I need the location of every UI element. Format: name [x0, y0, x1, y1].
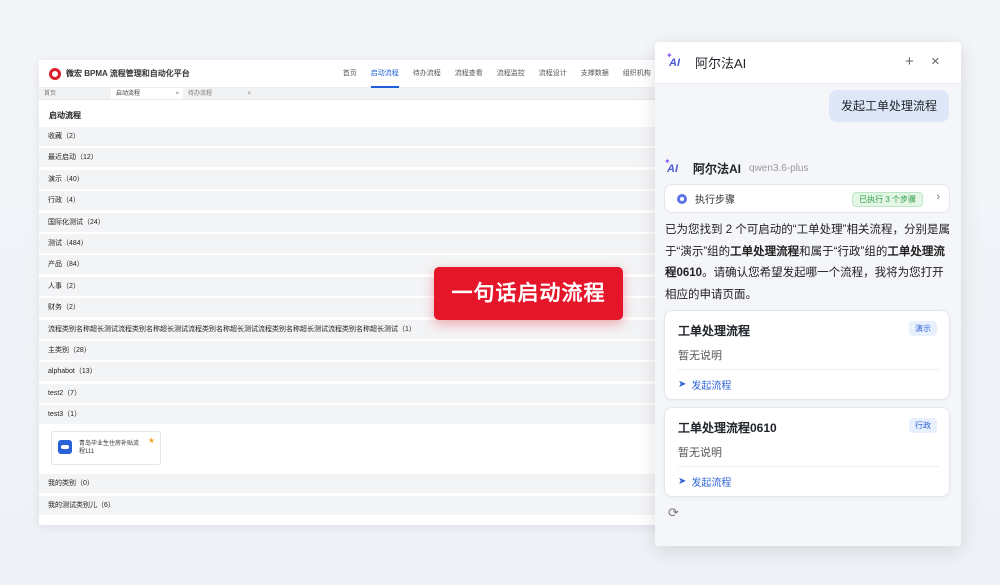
flow-title: 工单处理流程0610	[678, 421, 777, 435]
answer-text: 。请确认您希望发起哪一个流程，我将为您打开相应的申请页面。	[665, 267, 944, 301]
category-row[interactable]: 流程类别名称超长测试流程类别名称超长测试流程类别名称超长测试流程类别名称超长测试…	[39, 319, 679, 339]
category-row[interactable]: 最近启动（12）	[39, 148, 679, 168]
category-row[interactable]: 主类别（28）	[39, 340, 679, 360]
app-title: 微宏 BPMA 流程管理和自动化平台	[66, 69, 190, 78]
star-icon[interactable]: ★	[148, 436, 155, 445]
bot-name: 阿尔法AI	[693, 162, 742, 176]
flow-description: 暂无说明	[678, 350, 722, 362]
close-icon[interactable]: ×	[175, 88, 179, 100]
flow-group-tag: 行政	[909, 418, 937, 433]
steps-label: 执行步骤	[695, 195, 735, 206]
execution-steps-toggle[interactable]: 执行步骤 已执行 3 个步骤 ›	[664, 184, 950, 213]
app-header: 微宏 BPMA 流程管理和自动化平台 首页 启动流程 待办流程 流程查看 流程监…	[39, 60, 679, 88]
bot-header: ✦ AI 阿尔法AI qwen3.6-plus	[664, 156, 809, 177]
category-row[interactable]: 行政（4）	[39, 191, 679, 211]
start-flow-button[interactable]: ➤ 发起流程	[678, 474, 731, 489]
chevron-right-icon: ›	[936, 191, 940, 203]
category-row[interactable]: 我的类别（0）	[39, 474, 679, 494]
answer-highlight: 工单处理流程	[730, 245, 800, 258]
user-message: 发起工单处理流程	[828, 90, 949, 122]
nav-org[interactable]: 组织机构	[616, 60, 658, 88]
divider	[678, 369, 939, 370]
nav-start-process[interactable]: 启动流程	[364, 60, 406, 88]
tab-start-process[interactable]: 启动流程 ×	[111, 88, 183, 99]
ai-logo-icon: ✦ AI	[666, 50, 680, 69]
feature-banner: 一句话启动流程	[434, 267, 623, 320]
category-list: 收藏（2） 最近启动（12） 演示（40） 行政（4） 国际化测试（24） 测试…	[39, 127, 679, 515]
answer-text: 和属于“行政”组的	[799, 245, 888, 258]
section-title: 启动流程	[49, 111, 81, 120]
start-flow-label: 发起流程	[691, 478, 732, 489]
steps-status-badge: 已执行 3 个步骤	[852, 192, 923, 207]
sparkle-icon	[677, 193, 687, 204]
close-icon[interactable]: ×	[247, 88, 251, 100]
new-chat-button[interactable]: +	[905, 54, 914, 70]
process-card-area: 青岛毕业生住房补贴流程111 ★	[39, 426, 679, 474]
category-row[interactable]: test3（1）	[39, 405, 679, 425]
process-card-label: 青岛毕业生住房补贴流程111	[79, 441, 140, 456]
category-row[interactable]: 国际化测试（24）	[39, 212, 679, 232]
tab-label: 启动流程	[116, 91, 141, 97]
flow-card: 工单处理流程0610 行政 暂无说明 ➤ 发起流程	[664, 407, 950, 497]
tab-todo[interactable]: 待办流程 ×	[183, 88, 255, 99]
tab-label: 首页	[44, 91, 57, 97]
bot-answer: 已为您找到 2 个可启动的“工单处理”相关流程，分别是属于“演示”组的工单处理流…	[665, 220, 955, 306]
category-row[interactable]: 演示（40）	[39, 169, 679, 189]
ai-avatar-icon: ✦ AI	[664, 156, 678, 175]
regenerate-icon[interactable]: ⟳	[668, 505, 679, 521]
send-icon: ➤	[678, 379, 687, 390]
start-flow-button[interactable]: ➤ 发起流程	[678, 377, 731, 392]
category-row[interactable]: 我的测试类别儿（6）	[39, 495, 679, 515]
panel-title: 阿尔法AI	[695, 56, 747, 71]
cloud-icon	[58, 440, 72, 455]
nav-support-data[interactable]: 支撑数据	[574, 60, 616, 88]
category-row[interactable]: 收藏（2）	[39, 127, 679, 146]
bot-model: qwen3.6-plus	[749, 163, 809, 174]
page-tabs: 首页 启动流程 × 待办流程 ×	[39, 88, 679, 100]
nav-todo[interactable]: 待办流程	[406, 60, 448, 88]
flow-title: 工单处理流程	[678, 324, 751, 338]
flow-description: 暂无说明	[678, 447, 722, 459]
category-row[interactable]: test2（7）	[39, 383, 679, 403]
panel-header: ✦ AI 阿尔法AI	[655, 42, 961, 84]
top-nav: 首页 启动流程 待办流程 流程查看 流程监控 流程设计 支撑数据 组织机构 系	[336, 60, 679, 88]
brand-logo-icon	[49, 67, 61, 80]
process-card[interactable]: 青岛毕业生住房补贴流程111 ★	[51, 431, 161, 466]
flow-group-tag: 演示	[909, 321, 937, 336]
nav-view[interactable]: 流程查看	[448, 60, 490, 88]
send-icon: ➤	[678, 476, 687, 487]
nav-design[interactable]: 流程设计	[532, 60, 574, 88]
nav-home[interactable]: 首页	[336, 60, 364, 88]
ai-assistant-panel: ✦ AI 阿尔法AI + × 发起工单处理流程 ✦ AI 阿尔法AI qwen3.6…	[655, 42, 961, 546]
category-row[interactable]: 测试（484）	[39, 233, 679, 253]
start-flow-label: 发起流程	[691, 381, 732, 392]
tab-label: 待办流程	[188, 91, 213, 97]
tab-home[interactable]: 首页	[39, 88, 111, 99]
close-panel-button[interactable]: ×	[931, 54, 940, 70]
category-row[interactable]: alphabot（13）	[39, 362, 679, 382]
divider	[678, 466, 939, 467]
nav-monitor[interactable]: 流程监控	[490, 60, 532, 88]
flow-card: 工单处理流程 演示 暂无说明 ➤ 发起流程	[664, 310, 950, 400]
